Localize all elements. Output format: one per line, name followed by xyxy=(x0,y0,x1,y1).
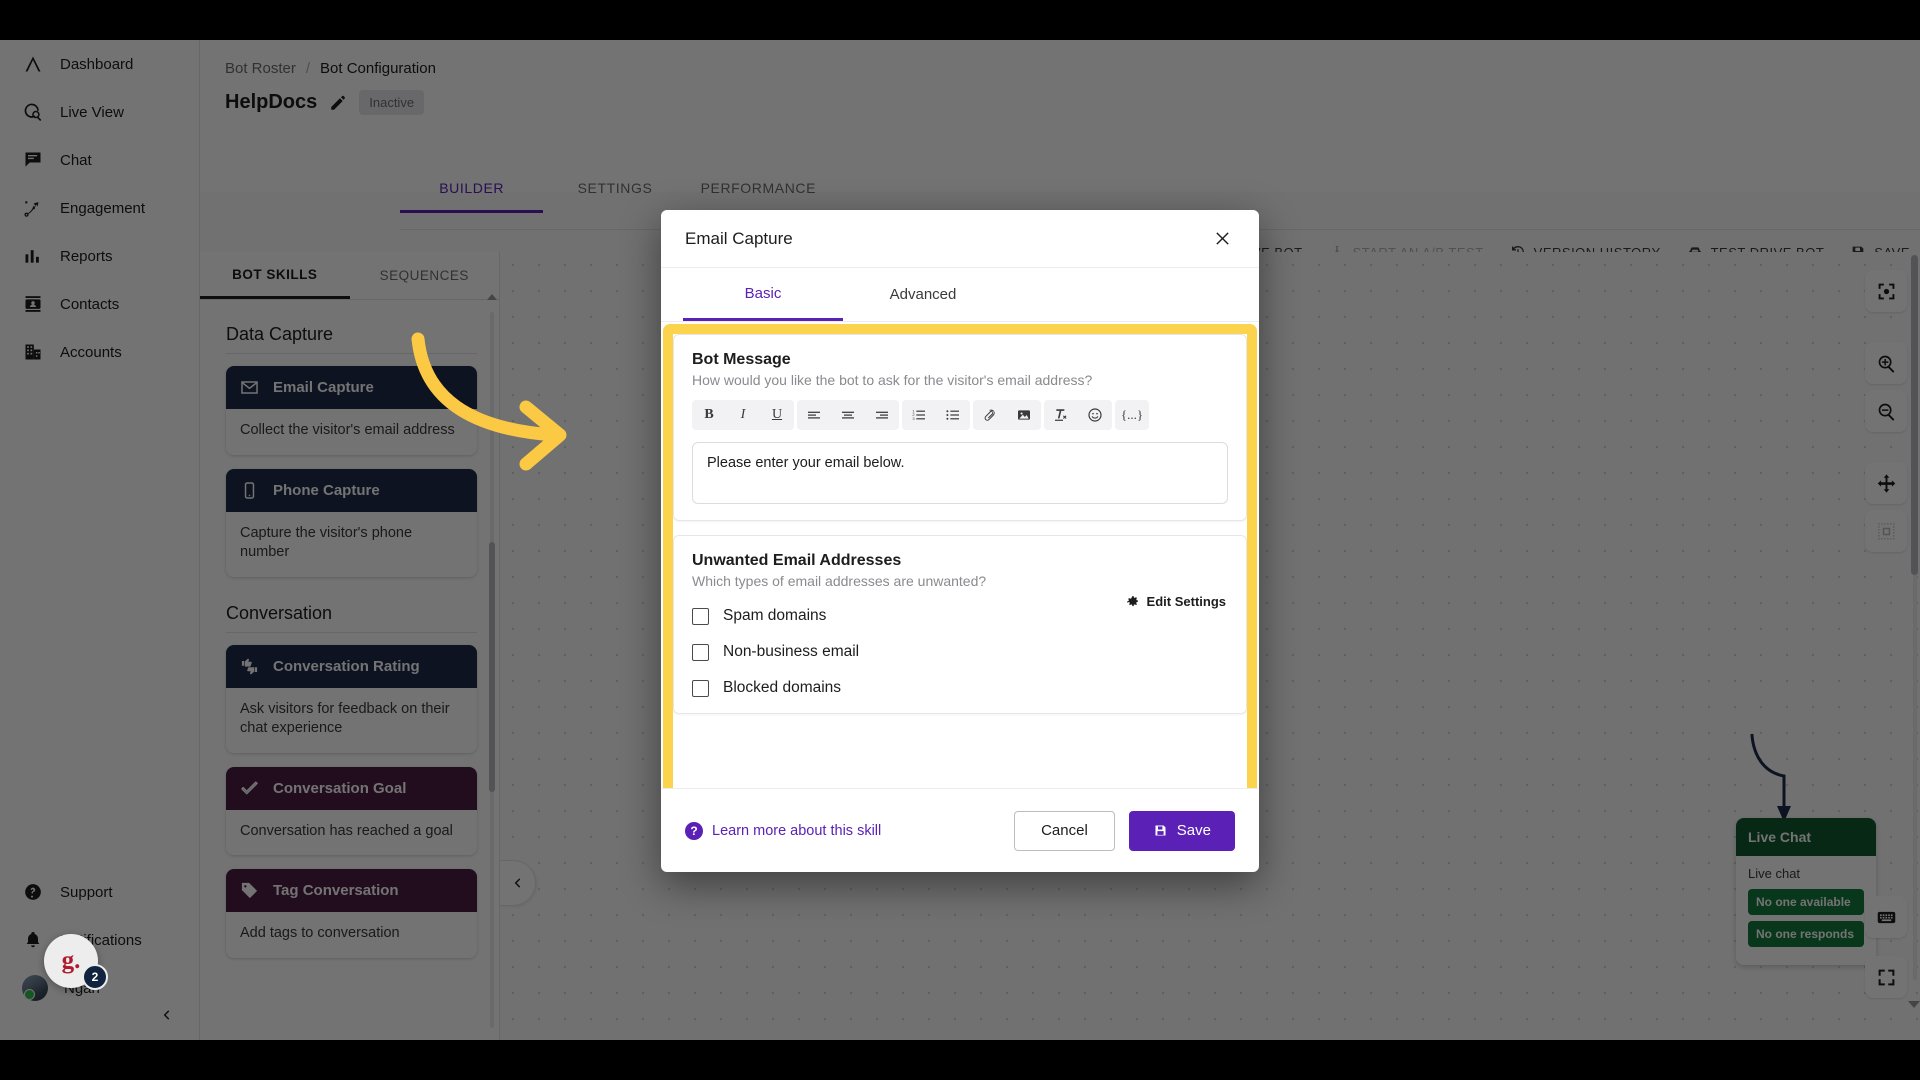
italic-button[interactable]: I xyxy=(726,400,760,430)
bot-message-subtitle: How would you like the bot to ask for th… xyxy=(692,372,1093,388)
bold-icon: B xyxy=(704,407,714,422)
align-right-button[interactable] xyxy=(865,400,899,430)
ordered-list-icon: 123 xyxy=(912,408,925,421)
align-left-icon xyxy=(808,411,820,419)
rich-text-toolbar: B I U 1 2 3 {...} xyxy=(692,400,1228,430)
cancel-button[interactable]: Cancel xyxy=(1014,810,1115,851)
checkbox-label: Spam domains xyxy=(723,607,827,624)
save-label: Save xyxy=(1176,822,1211,839)
checkbox-label: Blocked domains xyxy=(723,679,842,696)
underline-icon: U xyxy=(771,407,783,422)
edit-settings-label: Edit Settings xyxy=(1146,594,1226,609)
rte-group-align xyxy=(797,400,899,430)
attachment-button[interactable] xyxy=(973,400,1007,430)
clear-format-icon xyxy=(1055,409,1067,421)
screen: Dashboard Live View Chat Engagement xyxy=(0,0,1920,1080)
modal-tab-bar: Basic Advanced xyxy=(661,268,1259,322)
insert-image-button[interactable] xyxy=(1007,400,1041,430)
checkbox-row-non-business-email[interactable]: Non-business email xyxy=(692,643,1228,661)
emoji-button[interactable] xyxy=(1078,400,1112,430)
align-left-button[interactable] xyxy=(797,400,831,430)
g2-logo-icon: g. xyxy=(61,947,81,974)
checkbox-row-spam-domains[interactable]: Spam domains xyxy=(692,607,1228,625)
emoji-icon xyxy=(1088,408,1102,422)
help-circle-icon: ? xyxy=(685,821,703,840)
modal-header: Email Capture xyxy=(661,210,1259,268)
tab-basic[interactable]: Basic xyxy=(683,268,843,321)
italic-icon: I xyxy=(740,407,746,422)
rte-group-clear xyxy=(1044,400,1112,430)
bold-button[interactable]: B xyxy=(692,400,726,430)
modal-title: Email Capture xyxy=(685,228,793,248)
bot-message-card: Bot Message How would you like the bot t… xyxy=(673,334,1247,521)
unwanted-email-card: Unwanted Email Addresses Which types of … xyxy=(673,535,1247,714)
checkbox-row-blocked-domains[interactable]: Blocked domains xyxy=(692,679,1228,697)
clear-formatting-button[interactable] xyxy=(1044,400,1078,430)
attachment-icon xyxy=(984,409,995,421)
learn-more-link[interactable]: ? Learn more about this skill xyxy=(685,821,1014,840)
image-icon xyxy=(1018,410,1030,420)
rte-group-variable: {...} xyxy=(1115,400,1149,430)
close-modal-button[interactable] xyxy=(1209,226,1235,252)
underline-button[interactable]: U xyxy=(760,400,794,430)
unwanted-subtitle: Which types of email addresses are unwan… xyxy=(692,573,987,589)
checkbox-label: Non-business email xyxy=(723,643,860,660)
checkbox-spam-domains[interactable] xyxy=(692,607,709,625)
bot-message-input[interactable]: Please enter your email below. xyxy=(692,442,1228,504)
rte-group-insert xyxy=(973,400,1041,430)
modal-footer: ? Learn more about this skill Cancel Sav… xyxy=(661,788,1259,872)
g2-review-widget[interactable]: g. 2 xyxy=(44,934,108,990)
learn-more-label: Learn more about this skill xyxy=(712,822,882,839)
ordered-list-button[interactable]: 123 xyxy=(902,400,936,430)
variable-icon: {...} xyxy=(1120,407,1144,422)
bot-message-title: Bot Message xyxy=(692,351,791,368)
rte-group-lists: 123 xyxy=(902,400,970,430)
insert-variable-button[interactable]: {...} xyxy=(1115,400,1149,430)
align-center-icon xyxy=(842,411,854,419)
email-capture-modal: Email Capture Basic Advanced Bot Message… xyxy=(661,210,1259,872)
edit-settings-button[interactable]: Edit Settings xyxy=(1126,594,1226,609)
notification-count-badge: 2 xyxy=(82,964,108,990)
checkbox-non-business-email[interactable] xyxy=(692,643,709,661)
save-button[interactable]: Save xyxy=(1128,810,1235,851)
bullet-list-icon xyxy=(946,410,959,420)
close-icon xyxy=(1215,232,1229,245)
gear-icon xyxy=(1126,595,1138,606)
bullet-list-button[interactable] xyxy=(936,400,970,430)
checkbox-blocked-domains[interactable] xyxy=(692,679,709,697)
unwanted-title: Unwanted Email Addresses xyxy=(692,552,902,569)
modal-body-content: Bot Message How would you like the bot t… xyxy=(673,334,1247,788)
align-right-icon xyxy=(876,411,888,419)
svg-text:3: 3 xyxy=(912,416,915,421)
align-center-button[interactable] xyxy=(831,400,865,430)
save-icon xyxy=(1155,825,1166,836)
tab-advanced[interactable]: Advanced xyxy=(843,268,1003,321)
rte-group-style: B I U xyxy=(692,400,794,430)
modal-body: Bot Message How would you like the bot t… xyxy=(661,322,1259,788)
